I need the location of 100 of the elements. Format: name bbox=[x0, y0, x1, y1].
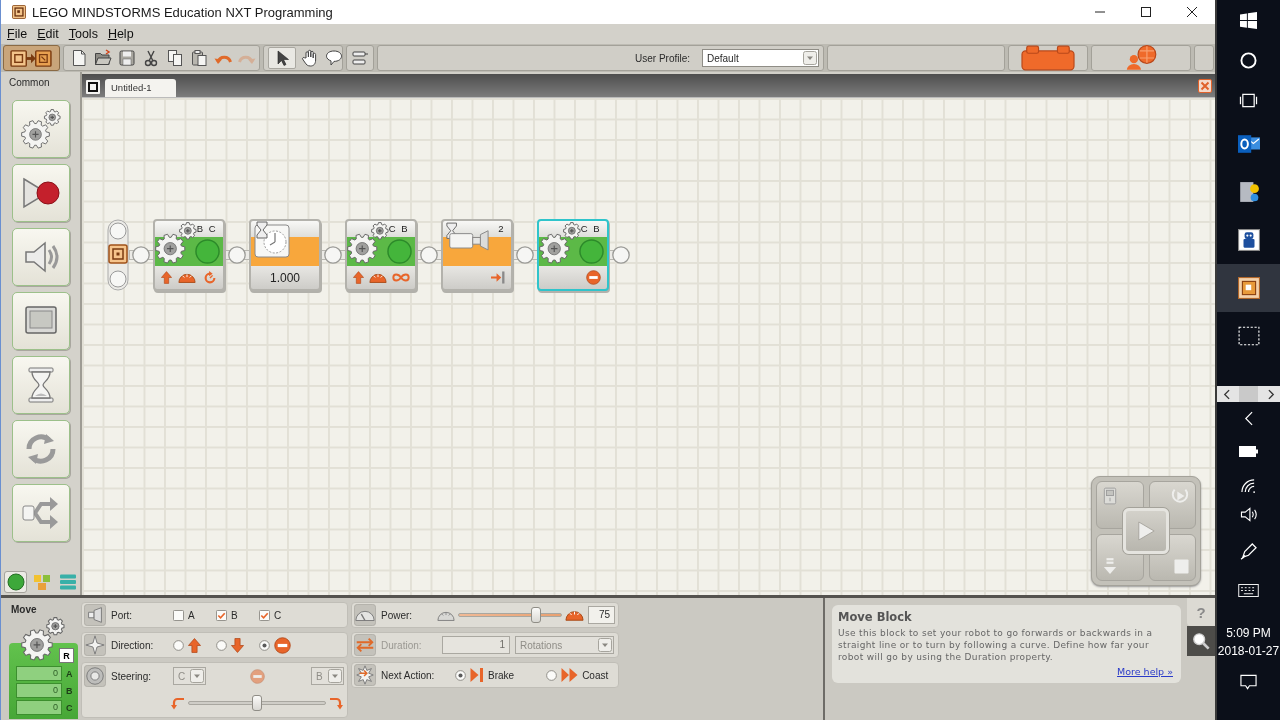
person-icon bbox=[1124, 45, 1158, 71]
save-button[interactable] bbox=[116, 47, 137, 69]
menu-item[interactable]: Tools bbox=[63, 26, 103, 42]
port-label: C B bbox=[580, 223, 601, 236]
radio-label: Brake bbox=[488, 669, 515, 681]
radio-button[interactable] bbox=[546, 669, 558, 681]
pointer-button[interactable] bbox=[268, 47, 296, 69]
checkbox[interactable] bbox=[216, 609, 227, 621]
move-block[interactable]: C B bbox=[345, 219, 417, 291]
user-profile-label: User Profile: bbox=[635, 52, 690, 64]
speedometer-icon bbox=[437, 609, 455, 621]
hourglass-clock-icon bbox=[252, 221, 292, 261]
arrow-to-bar-icon bbox=[490, 271, 505, 284]
clock-time: 5:09 PM bbox=[1226, 626, 1271, 640]
download-arrow-icon bbox=[1103, 557, 1117, 575]
gears-icon bbox=[21, 109, 61, 149]
counter-field: 0 bbox=[16, 700, 62, 715]
help-text: Use this block to set your robot to go forwards or backwards in a straight line or to turn by following a curve. Define how far your robot will go by using the Duration property. bbox=[838, 627, 1154, 663]
window-title: LEGO MINDSTORMS Education NXT Programming bbox=[32, 4, 334, 20]
caret-icon bbox=[803, 51, 817, 65]
floppy-icon bbox=[117, 49, 136, 67]
radio-button[interactable] bbox=[173, 639, 184, 651]
setting-label: Direction: bbox=[111, 639, 155, 651]
block-title: Move bbox=[10, 603, 38, 617]
play-icon bbox=[1137, 521, 1155, 541]
rotation-icon bbox=[202, 270, 217, 285]
menu-item[interactable]: File bbox=[2, 26, 33, 42]
clock-date: 2018-01-27 bbox=[1217, 644, 1280, 658]
more-help-link[interactable]: More help » bbox=[1117, 666, 1173, 677]
battery-icon bbox=[1239, 445, 1258, 457]
port-label: 2 bbox=[498, 223, 505, 236]
menu-item[interactable]: Edit bbox=[32, 26, 64, 42]
hand-icon bbox=[300, 49, 319, 67]
up-arrow-icon bbox=[352, 271, 364, 284]
wheel-icon bbox=[84, 665, 106, 687]
port-label: A bbox=[66, 668, 73, 679]
stop-icon bbox=[250, 668, 265, 684]
radio-button[interactable] bbox=[216, 639, 227, 651]
connector-icon bbox=[420, 246, 438, 264]
palette-button[interactable] bbox=[12, 356, 70, 414]
move-block[interactable]: B C bbox=[153, 219, 225, 291]
palette-button[interactable] bbox=[12, 100, 70, 158]
reset-button[interactable]: R bbox=[59, 648, 74, 663]
wait-block[interactable]: 1.000 bbox=[249, 219, 321, 291]
palette-title: Common bbox=[8, 76, 51, 90]
slider-thumb[interactable] bbox=[530, 607, 541, 623]
wait-block[interactable]: 2 bbox=[441, 219, 513, 291]
blocks-icon bbox=[33, 573, 51, 591]
port-label: B bbox=[66, 685, 73, 696]
mail-app-icon bbox=[1237, 133, 1260, 155]
power-field[interactable]: 75 bbox=[588, 606, 615, 624]
palette-tab[interactable] bbox=[4, 571, 28, 593]
move-block[interactable]: C B bbox=[537, 219, 609, 291]
setting-label: Duration: bbox=[381, 639, 423, 651]
robot-app-icon bbox=[1237, 229, 1260, 251]
circle-icon bbox=[579, 239, 604, 264]
close-tab-button[interactable] bbox=[1198, 78, 1212, 93]
down-arrow-icon bbox=[231, 637, 244, 653]
palette-button[interactable] bbox=[12, 228, 70, 286]
app-logo-icon bbox=[12, 5, 26, 19]
infinity-icon bbox=[391, 272, 410, 283]
setting-label: Power: bbox=[381, 609, 414, 621]
circle-icon bbox=[387, 239, 412, 264]
setting-label: Next Action: bbox=[381, 669, 436, 681]
user-profile-dropdown[interactable]: Default bbox=[702, 49, 819, 67]
document-tab[interactable]: Untitled-1 bbox=[105, 79, 176, 97]
brick-app-icon bbox=[1237, 277, 1260, 299]
checkbox[interactable] bbox=[173, 609, 184, 621]
clock-button[interactable]: 5:09 PM 2018-01-27 bbox=[1217, 618, 1280, 666]
maximize-icon bbox=[1140, 6, 1152, 18]
brick-icon bbox=[1103, 487, 1117, 505]
chevron-left-icon bbox=[1244, 410, 1253, 426]
stop-icon bbox=[586, 270, 601, 285]
copy-icon bbox=[165, 49, 184, 67]
checkbox[interactable] bbox=[259, 609, 270, 621]
palette-button[interactable] bbox=[12, 292, 70, 350]
taskbar-app[interactable] bbox=[1217, 264, 1280, 312]
caret-icon bbox=[598, 638, 612, 652]
wifi-icon bbox=[1240, 477, 1257, 493]
gears-icon bbox=[347, 222, 389, 264]
close-icon bbox=[1198, 78, 1212, 93]
palette-button[interactable] bbox=[12, 164, 70, 222]
palette-button[interactable] bbox=[12, 484, 70, 542]
magnifier-button[interactable] bbox=[1187, 626, 1215, 656]
menu-item[interactable]: Help bbox=[102, 26, 139, 42]
speedometer-icon bbox=[565, 609, 584, 621]
palette-button[interactable] bbox=[12, 420, 70, 478]
up-arrow-icon bbox=[161, 271, 173, 284]
checkbox-label: C bbox=[274, 609, 282, 621]
scroll-thumb[interactable] bbox=[1239, 386, 1258, 402]
circle-icon bbox=[195, 239, 220, 264]
speech-box-icon bbox=[1240, 673, 1257, 691]
radio-button[interactable] bbox=[259, 639, 270, 651]
counter-field: 0 bbox=[16, 683, 62, 698]
task-view-icon bbox=[1239, 91, 1258, 109]
chevron-left-icon bbox=[1222, 388, 1230, 400]
transfer-button[interactable] bbox=[8, 47, 54, 69]
gears-app-icon bbox=[1237, 181, 1260, 203]
left-turn-arrow-icon bbox=[171, 696, 185, 710]
radio-button[interactable] bbox=[455, 669, 466, 681]
